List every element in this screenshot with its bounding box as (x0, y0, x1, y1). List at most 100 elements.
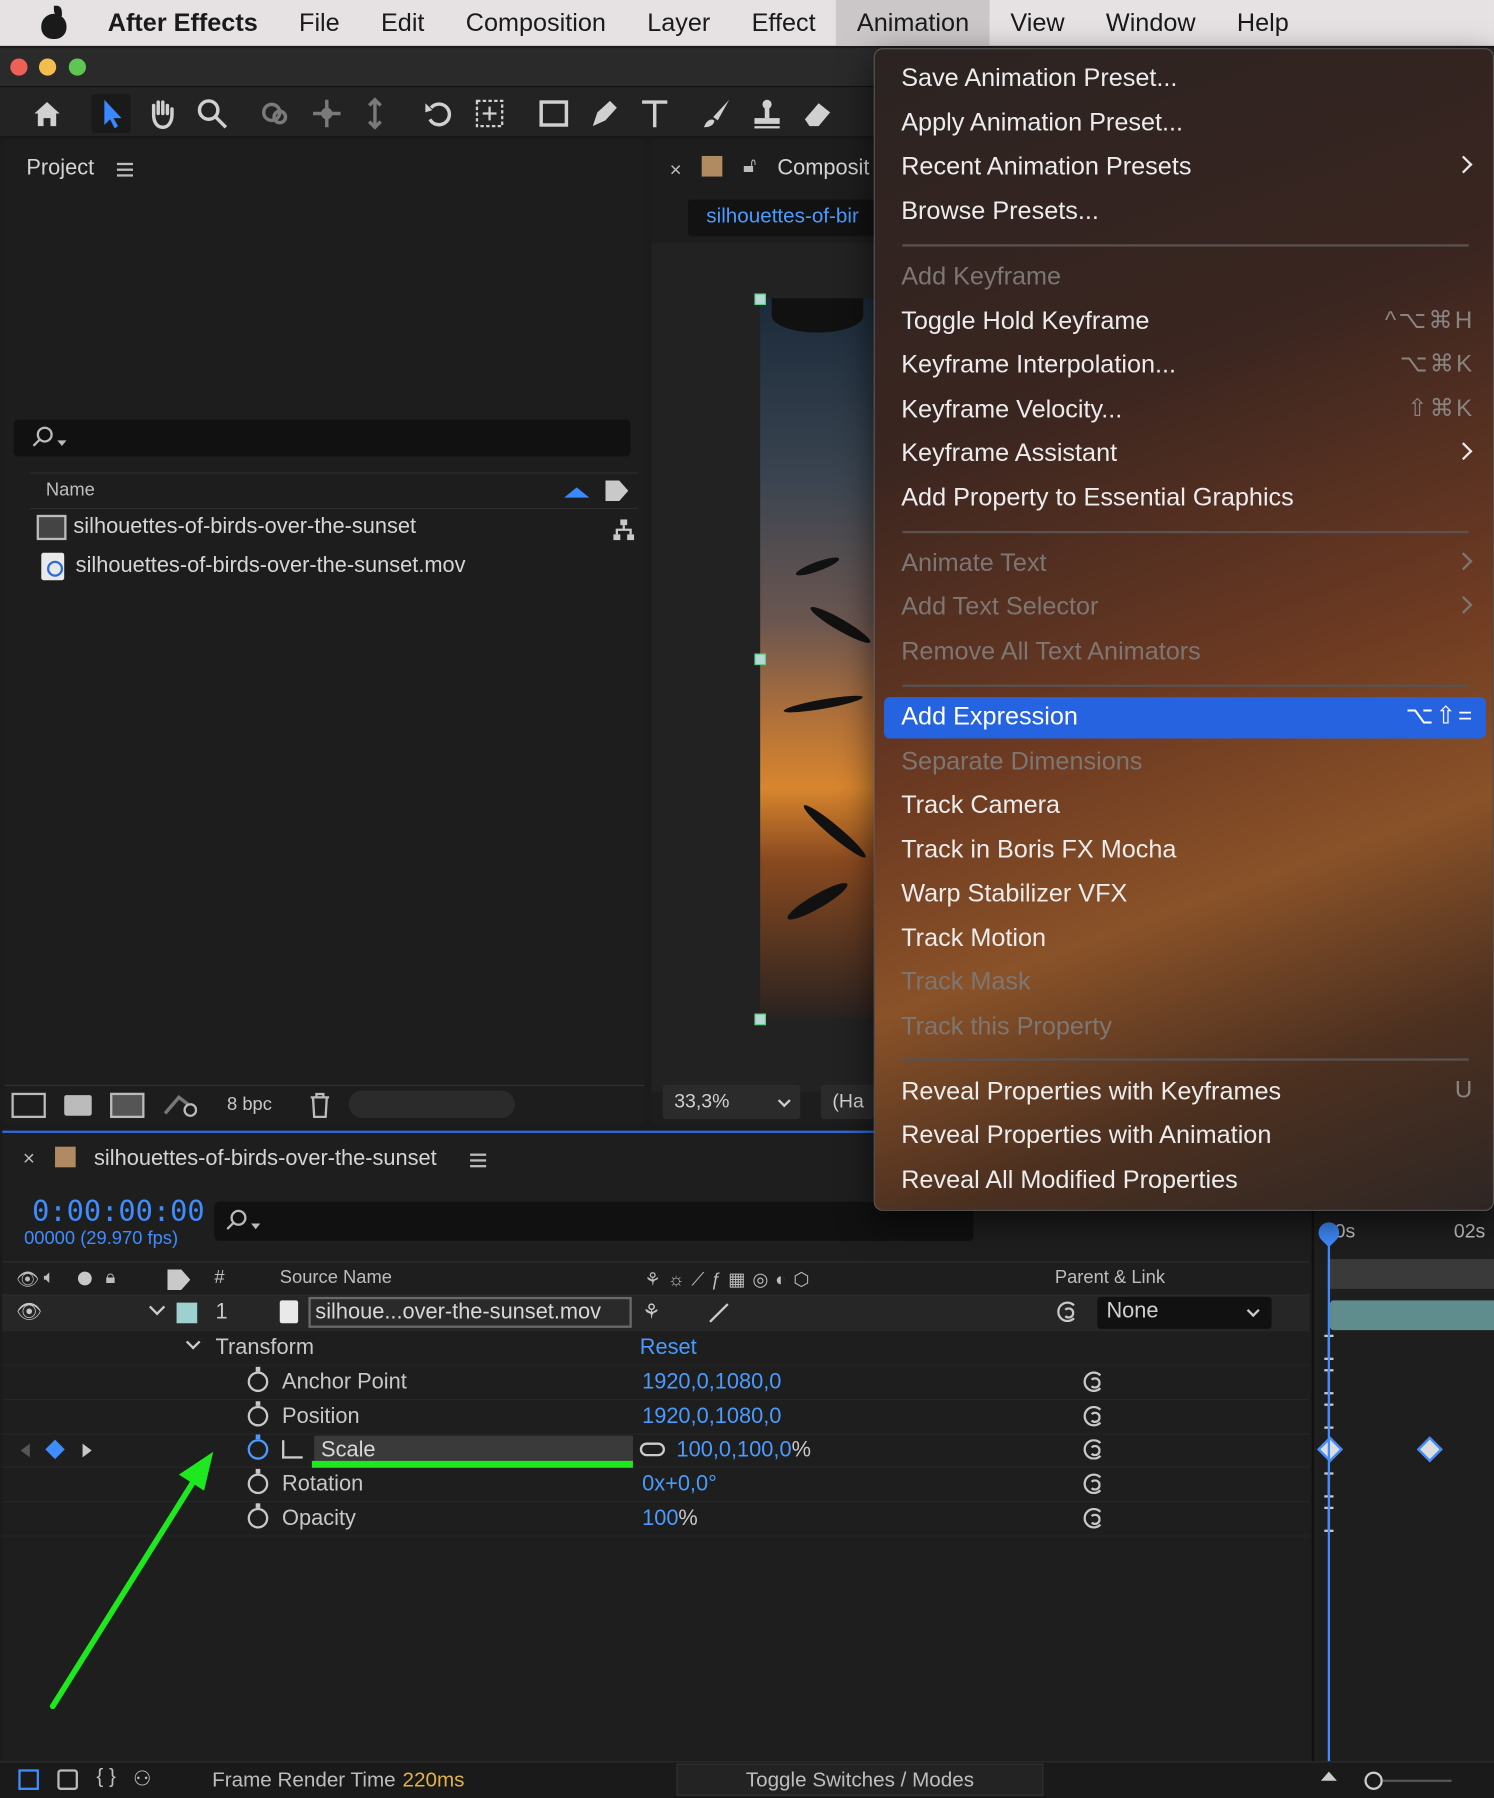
solo-icon[interactable] (77, 1271, 92, 1286)
add-keyframe-icon[interactable] (45, 1439, 65, 1460)
tab-composition[interactable]: Composit (777, 156, 869, 181)
dolly-camera-icon[interactable] (355, 94, 394, 133)
expression-pick-whip-icon[interactable] (1083, 1405, 1105, 1427)
stopwatch-icon[interactable] (247, 1468, 269, 1495)
zoom-slider-track[interactable] (1382, 1779, 1452, 1782)
pan-camera-icon[interactable] (307, 94, 346, 133)
project-scroll-slider[interactable] (348, 1090, 515, 1119)
sort-ascending-icon[interactable] (564, 487, 590, 498)
menu-item-apply-animation-preset[interactable]: Apply Animation Preset... (884, 103, 1486, 144)
menu-item-track-motion[interactable]: Track Motion (884, 918, 1486, 959)
menu-item-recent-animation-presets[interactable]: Recent Animation Presets (884, 147, 1486, 188)
label-tag-icon[interactable] (167, 1269, 191, 1291)
project-menu-icon[interactable] (116, 162, 134, 177)
comp-breadcrumb[interactable]: silhouettes-of-bir (687, 199, 883, 237)
color-depth-button[interactable]: 8 bpc (227, 1095, 272, 1116)
rectangle-tool-icon[interactable] (534, 94, 573, 133)
stopwatch-icon[interactable] (247, 1401, 269, 1427)
menu-item-keyframe-velocity[interactable]: Keyframe Velocity... ⇧⌘K (884, 390, 1486, 431)
property-value[interactable]: 100% (642, 1507, 698, 1532)
new-folder-icon[interactable] (64, 1095, 92, 1116)
property-value[interactable]: 100,0,100,0% (676, 1438, 810, 1463)
zoom-out-icon[interactable] (1320, 1771, 1337, 1781)
orbit-camera-icon[interactable] (255, 94, 294, 133)
property-row-position[interactable]: Position 1920,0,1080,0 (2, 1400, 1310, 1435)
current-time-display[interactable]: 0:00:00:00 (32, 1195, 205, 1228)
chevron-down-icon[interactable] (148, 1299, 166, 1316)
menu-view[interactable]: View (990, 0, 1086, 46)
work-area-bar[interactable] (1327, 1259, 1494, 1289)
timeline-search-input[interactable] (214, 1201, 974, 1241)
property-value[interactable]: 0x+0,0° (642, 1472, 717, 1497)
brush-tool-icon[interactable] (697, 94, 736, 133)
menu-item-track-this-property[interactable]: Track this Property (884, 1007, 1486, 1048)
audio-switch-icon[interactable]: 🔈︎ (44, 1268, 55, 1289)
name-column-header[interactable]: Name (46, 480, 95, 501)
layer-row[interactable]: 👁︎ 1 silhoue...over-the-sunset.mov ⚘ Non… (2, 1295, 1310, 1332)
chevron-down-icon[interactable] (185, 1334, 201, 1350)
timeline-comp-title[interactable]: silhouettes-of-birds-over-the-sunset (94, 1147, 437, 1172)
menu-item-reveal-animation[interactable]: Reveal Properties with Animation (884, 1116, 1486, 1157)
comp-flowchart-icon[interactable] (18, 1769, 39, 1790)
stopwatch-icon[interactable] (247, 1366, 269, 1393)
menu-item-warp-stabilizer[interactable]: Warp Stabilizer VFX (884, 874, 1486, 915)
menu-edit[interactable]: Edit (360, 0, 445, 46)
menu-item-browse-presets[interactable]: Browse Presets... (884, 191, 1486, 232)
pan-behind-icon[interactable] (470, 94, 509, 133)
menu-composition[interactable]: Composition (445, 0, 626, 46)
expression-pick-whip-icon[interactable] (1083, 1473, 1105, 1495)
zoom-slider-handle[interactable] (1364, 1771, 1383, 1790)
graph-icon[interactable] (282, 1440, 303, 1459)
stopwatch-active-icon[interactable] (247, 1434, 269, 1460)
menu-item-animate-text[interactable]: Animate Text (884, 544, 1486, 585)
property-row-anchor-point[interactable]: Anchor Point 1920,0,1080,0 (2, 1366, 1310, 1401)
close-icon[interactable]: × (670, 158, 682, 182)
hand-tool-icon[interactable] (142, 94, 181, 133)
zoom-window-button[interactable] (68, 58, 86, 76)
menu-item-reveal-modified[interactable]: Reveal All Modified Properties (884, 1160, 1486, 1201)
property-row-scale[interactable]: Scale 100,0,100,0% (2, 1433, 1310, 1468)
expression-pick-whip-icon[interactable] (1083, 1371, 1105, 1393)
property-row-rotation[interactable]: Rotation 0x+0,0° (2, 1468, 1310, 1503)
menu-animation[interactable]: Animation (836, 0, 990, 46)
rotate-tool-icon[interactable] (420, 94, 459, 133)
in-out-icon[interactable]: { } (96, 1765, 116, 1789)
project-settings-icon[interactable] (163, 1093, 198, 1118)
current-time-indicator[interactable] (1327, 1222, 1331, 1762)
menu-help[interactable]: Help (1216, 0, 1309, 46)
property-value[interactable]: 1920,0,1080,0 (642, 1370, 781, 1395)
timeline-track-area[interactable]: 0s 02s (1311, 1201, 1494, 1764)
menu-item-keyframe-assistant[interactable]: Keyframe Assistant (884, 433, 1486, 474)
transform-handle[interactable] (754, 1013, 766, 1026)
parent-select[interactable]: None (1097, 1296, 1272, 1330)
layer-name-field[interactable]: silhoue...over-the-sunset.mov (308, 1296, 632, 1328)
menu-item-remove-all-text-animators[interactable]: Remove All Text Animators (884, 632, 1486, 673)
previous-keyframe-icon[interactable] (20, 1443, 30, 1458)
menu-layer[interactable]: Layer (627, 0, 731, 46)
source-name-header[interactable]: Source Name (280, 1268, 392, 1289)
expression-pick-whip-icon[interactable] (1083, 1507, 1105, 1529)
layer-duration-bar[interactable] (1330, 1300, 1494, 1331)
project-column-header[interactable]: Name (29, 472, 638, 510)
menu-item-save-animation-preset[interactable]: Save Animation Preset... (884, 58, 1486, 99)
transform-handle[interactable] (754, 653, 766, 666)
video-switch-icon[interactable]: 👁︎ (16, 1268, 39, 1291)
quality-switch-icon[interactable] (709, 1303, 729, 1323)
menu-item-separate-dimensions[interactable]: Separate Dimensions (884, 742, 1486, 783)
menu-item-track-mask[interactable]: Track Mask (884, 962, 1486, 1003)
list-item[interactable]: silhouettes-of-birds-over-the-sunset (36, 514, 416, 541)
selection-tool-icon[interactable] (91, 94, 131, 134)
next-keyframe-icon[interactable] (82, 1443, 92, 1458)
project-search-input[interactable] (13, 419, 631, 457)
trash-icon[interactable] (310, 1092, 331, 1119)
menu-item-add-expression[interactable]: Add Expression ⌥⇧= (884, 697, 1486, 739)
shy-switch-icon[interactable]: ⚘ (642, 1300, 661, 1324)
menu-item-add-text-selector[interactable]: Add Text Selector (884, 587, 1486, 628)
keyframe-icon[interactable] (1416, 1436, 1443, 1463)
eraser-tool-icon[interactable] (798, 94, 837, 133)
menu-item-track-boris-fx-mocha[interactable]: Track in Boris FX Mocha (884, 830, 1486, 871)
stopwatch-icon[interactable] (247, 1503, 269, 1529)
eye-icon[interactable]: 👁︎ (16, 1300, 42, 1324)
menu-item-add-property-essential-graphics[interactable]: Add Property to Essential Graphics (884, 478, 1486, 519)
menu-effect[interactable]: Effect (731, 0, 836, 46)
